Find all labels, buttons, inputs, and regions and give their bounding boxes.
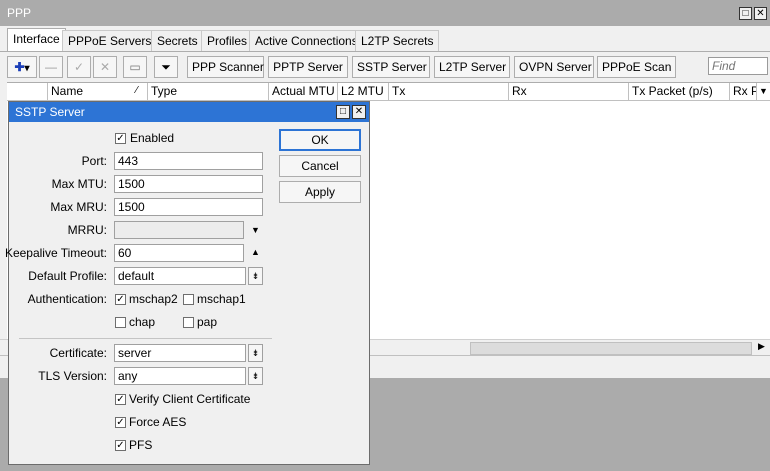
max-mru-input[interactable]: 1500 [114,198,263,216]
filter-icon: ⏷ [161,60,171,74]
enable-button[interactable]: ✓ [67,56,91,78]
chap-label: chap [129,315,156,329]
max-mtu-input[interactable]: 1500 [114,175,263,193]
verify-client-certificate-label: Verify Client Certificate [129,392,251,406]
tls-version-label: TLS Version: [38,369,107,383]
tab-secrets[interactable]: Secrets [151,30,204,52]
pppoe-scan-button[interactable]: PPPoE Scan [597,56,676,78]
tab-interface[interactable]: Interface [7,28,66,52]
dialog-restore-icon[interactable]: □ [336,105,350,119]
mschap2-label: mschap2 [129,292,178,306]
ovpn-server-button[interactable]: OVPN Server [514,56,594,78]
window-titlebar[interactable]: PPP □ ✕ [0,0,770,26]
column-header-name[interactable]: Name ⁄ [47,83,147,100]
verify-client-certificate-checkbox[interactable]: ✓ [115,394,126,405]
comment-button[interactable]: ▭ [123,56,147,78]
find-input[interactable] [708,57,768,75]
port-input[interactable]: 443 [114,152,263,170]
keepalive-label: Keepalive Timeout: [4,246,107,260]
section-divider [19,338,272,339]
pfs-checkbox[interactable]: ✓ [115,440,126,451]
column-header-tx[interactable]: Tx [388,83,508,100]
certificate-label: Certificate: [49,346,107,360]
comment-icon: ▭ [129,60,141,74]
table-header: Name ⁄ Type Actual MTU L2 MTU Tx Rx Tx P… [7,83,770,101]
mrru-label: MRRU: [67,223,107,237]
dropdown-icon[interactable]: ⇟ [248,344,263,362]
default-profile-label: Default Profile: [28,269,107,283]
tls-version-select[interactable]: any [114,367,246,385]
mschap1-checkbox[interactable] [183,294,194,305]
keepalive-input[interactable]: 60 [114,244,244,262]
plus-icon: ✚ [14,60,25,74]
tab-active-connections[interactable]: Active Connections [249,30,364,52]
cancel-button[interactable]: Cancel [279,155,361,177]
column-header-rx-packet[interactable]: Rx Pa [729,83,756,100]
window-title: PPP [7,6,32,20]
max-mru-label: Max MRU: [50,200,107,214]
sstp-server-button[interactable]: SSTP Server [352,56,430,78]
max-mtu-label: Max MTU: [51,177,107,191]
tab-pppoe-servers[interactable]: PPPoE Servers [62,30,158,52]
cross-icon: ✕ [99,60,111,74]
pap-checkbox[interactable] [183,317,194,328]
default-profile-select[interactable]: default [114,267,246,285]
keepalive-collapse-icon[interactable]: ▲ [251,247,260,257]
column-header-actual-mtu[interactable]: Actual MTU [268,83,337,100]
tab-profiles[interactable]: Profiles [201,30,254,52]
dialog-titlebar[interactable]: SSTP Server □ ✕ [9,102,369,122]
dropdown-icon[interactable]: ⇟ [248,367,263,385]
dropdown-icon[interactable]: ⇟ [248,267,263,285]
pfs-label: PFS [129,438,153,452]
pptp-server-button[interactable]: PPTP Server [268,56,348,78]
remove-button[interactable]: — [39,56,63,78]
disable-button[interactable]: ✕ [93,56,117,78]
mschap2-checkbox[interactable]: ✓ [115,294,126,305]
tab-l2tp-secrets[interactable]: L2TP Secrets [355,30,440,52]
authentication-label: Authentication: [27,292,107,306]
column-menu-icon[interactable]: ▼ [756,83,770,100]
scrollbar-thumb[interactable] [470,342,752,355]
ppp-scanner-button[interactable]: PPP Scanner [187,56,264,78]
check-icon: ✓ [73,60,85,74]
dialog-title: SSTP Server [15,105,85,119]
ok-button[interactable]: OK [279,129,361,151]
certificate-select[interactable]: server [114,344,246,362]
chap-checkbox[interactable] [115,317,126,328]
add-button[interactable]: ✚▾ [7,56,37,78]
mrru-input[interactable] [114,221,244,239]
l2tp-server-button[interactable]: L2TP Server [434,56,510,78]
dialog-close-icon[interactable]: ✕ [352,105,366,119]
scroll-right-icon[interactable]: ▶ [758,341,765,352]
restore-icon[interactable]: □ [739,7,752,20]
toolbar: ✚▾ — ✓ ✕ ▭ ⏷ PPP Scanner PPTP Server SST… [0,52,770,82]
enabled-label: Enabled [130,131,175,145]
force-aes-label: Force AES [129,415,187,429]
mrru-expand-icon[interactable]: ▼ [251,225,260,235]
enabled-checkbox[interactable]: ✓ [115,133,126,144]
mschap1-label: mschap1 [197,292,246,306]
filter-button[interactable]: ⏷ [154,56,178,78]
column-header-flags[interactable] [7,83,47,100]
close-icon[interactable]: ✕ [754,7,767,20]
force-aes-checkbox[interactable]: ✓ [115,417,126,428]
chevron-down-icon: ▾ [24,63,30,74]
column-header-l2-mtu[interactable]: L2 MTU [337,83,388,100]
column-header-rx[interactable]: Rx [508,83,628,100]
port-label: Port: [81,154,107,168]
column-header-type[interactable]: Type [147,83,268,100]
column-header-tx-packet[interactable]: Tx Packet (p/s) [628,83,729,100]
apply-button[interactable]: Apply [279,181,361,203]
minus-icon: — [45,60,57,74]
sort-icon: ⁄ [136,85,138,96]
tab-bar: Interface PPPoE Servers Secrets Profiles… [0,28,770,52]
pap-label: pap [197,315,218,329]
sstp-server-dialog: SSTP Server □ ✕ ✓ Enabled Port: 443 Max … [4,101,370,465]
